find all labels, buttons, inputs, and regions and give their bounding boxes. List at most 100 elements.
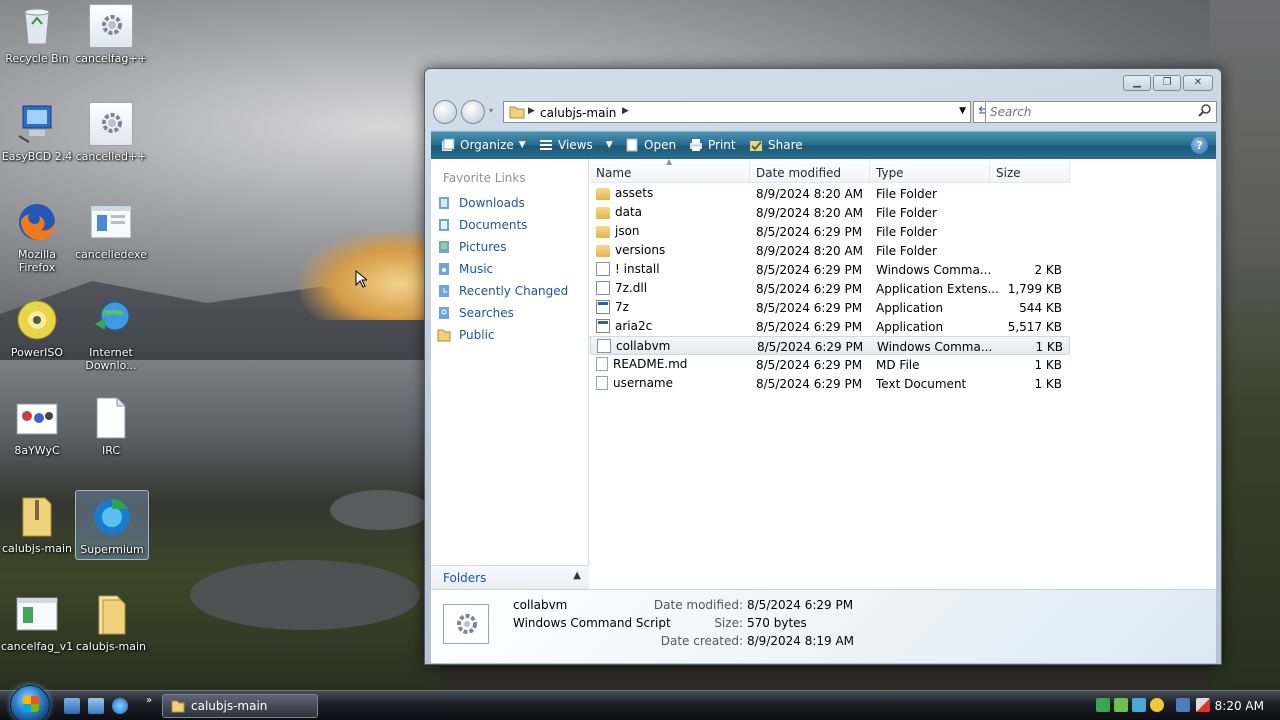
desktop-icon-cancelledexe[interactable]: cancelledexe [74, 200, 148, 261]
open-button[interactable]: Open [625, 138, 676, 152]
nav-item-documents[interactable]: Documents [437, 215, 527, 235]
print-button[interactable]: Print [689, 138, 736, 152]
gear-icon [89, 4, 133, 48]
tray-display-icon[interactable] [1176, 698, 1190, 712]
nav-item-label: Searches [459, 306, 514, 320]
desktop-icon-calubjs-main-folder[interactable]: calubjs-main [74, 592, 148, 653]
tray-update-icon[interactable] [1114, 698, 1128, 712]
recycle-bin-icon [15, 4, 59, 48]
help-icon[interactable]: ? [1191, 137, 1208, 154]
image-file-icon [15, 396, 59, 440]
pictures-icon [439, 241, 449, 253]
file-row[interactable]: ! install 8/5/2024 6:29 PM Windows Comma… [590, 260, 1070, 279]
nav-item-downloads[interactable]: Downloads [437, 193, 525, 213]
address-dropdown-chevron-down-icon[interactable]: ▼ [959, 106, 966, 116]
desktop-icon-firefox[interactable]: Mozilla Firefox [0, 200, 74, 274]
nav-item-public[interactable]: Public [437, 325, 495, 345]
file-row[interactable]: aria2c 8/5/2024 6:29 PM Application 5,51… [590, 317, 1070, 336]
file-row[interactable]: data 8/9/2024 8:20 AM File Folder [590, 203, 1070, 222]
tray-volume-muted-icon[interactable] [1196, 698, 1210, 712]
desktop-icon-easybcd[interactable]: EasyBCD 2.4 [0, 102, 74, 163]
recent-pages-chevron-down-icon[interactable]: ▾ [489, 106, 493, 115]
close-button[interactable]: ✕ [1183, 75, 1213, 91]
minimize-button[interactable]: ▁ [1123, 75, 1151, 91]
organize-icon [442, 138, 455, 151]
nav-item-searches[interactable]: Searches [437, 303, 514, 323]
views-button[interactable]: Views ▼ [539, 138, 613, 152]
search-box[interactable] [985, 101, 1217, 123]
desktop-icon-label: calubjs-main [75, 640, 147, 653]
column-header-size[interactable]: Size [990, 159, 1070, 183]
tray-security-icon[interactable] [1132, 698, 1146, 712]
open-label: Open [644, 138, 677, 152]
nav-item-recently-changed[interactable]: Recently Changed [437, 281, 568, 301]
nav-item-label: Pictures [459, 240, 507, 254]
folders-toggle[interactable]: Folders ▲ [431, 565, 589, 589]
desktop-icon-calubjs-main[interactable]: calubjs-main [0, 494, 74, 555]
file-row[interactable]: 7z 8/5/2024 6:29 PM Application 544 KB [590, 298, 1070, 317]
breadcrumb-arrow-icon[interactable]: ▶ [528, 106, 535, 116]
easybcd-icon [15, 102, 59, 146]
share-button[interactable]: Share [749, 138, 803, 152]
taskbar-button-calubjs-main[interactable]: calubjs-main [162, 694, 318, 718]
organize-button[interactable]: Organize ▼ [441, 138, 526, 152]
wallpaper-sunset-glow [300, 230, 440, 320]
script-gear-icon [443, 604, 489, 644]
desktop-icon-cancelled-plusplus[interactable]: cancelled++ [74, 102, 148, 163]
nav-item-music[interactable]: Music [437, 259, 493, 279]
show-desktop-icon[interactable] [64, 698, 80, 714]
file-row[interactable]: assets 8/9/2024 8:20 AM File Folder [590, 184, 1070, 203]
quick-launch-overflow-icon[interactable]: » [146, 695, 152, 706]
application-icon [596, 319, 610, 333]
file-row[interactable]: 7z.dll 8/5/2024 6:29 PM Application Exte… [590, 279, 1070, 298]
printer-icon [690, 139, 702, 151]
switch-windows-icon[interactable] [88, 698, 104, 714]
tray-network-icon[interactable] [1096, 698, 1110, 712]
search-input[interactable] [990, 103, 1190, 121]
nav-item-label: Recently Changed [459, 284, 569, 298]
file-row[interactable]: username 8/5/2024 6:29 PM Text Document … [590, 374, 1070, 393]
desktop-icon-irc[interactable]: IRC [74, 396, 148, 457]
breadcrumb-arrow-icon[interactable]: ▶ [622, 106, 629, 116]
desktop-icon-cancelfag-plusplus[interactable]: cancelfag++ [74, 4, 148, 65]
details-date-modified-label: Date modified: [653, 598, 743, 612]
recently-changed-icon [439, 285, 449, 297]
desktop-icon-poweriso[interactable]: PowerISO [0, 298, 74, 359]
maximize-button[interactable]: ❐ [1153, 75, 1181, 91]
application-window-icon [89, 200, 133, 244]
explorer-window[interactable]: ▁ ❐ ✕ ▾ ▶ calubjs-main ▶ ▼ ⇆ Organize ▼ … [424, 68, 1222, 665]
desktop-icon-internet-download-manager[interactable]: Internet Downlo... [74, 298, 148, 372]
forward-button[interactable] [461, 100, 485, 124]
column-header-date-modified[interactable]: Date modified [750, 159, 870, 183]
details-size: 570 bytes [747, 616, 807, 630]
nav-item-pictures[interactable]: Pictures [437, 237, 507, 257]
back-button[interactable] [433, 100, 457, 124]
address-bar[interactable]: ▶ calubjs-main ▶ ▼ [503, 101, 971, 123]
file-row[interactable]: versions 8/9/2024 8:20 AM File Folder [590, 241, 1070, 260]
desktop-icon-recycle-bin[interactable]: Recycle Bin [0, 4, 74, 65]
globe-download-icon [89, 298, 133, 342]
column-header-type[interactable]: Type [870, 159, 990, 183]
internet-explorer-icon[interactable] [112, 698, 128, 714]
file-row[interactable]: json 8/5/2024 6:29 PM File Folder [590, 222, 1070, 241]
start-button[interactable] [10, 685, 50, 720]
file-row-selected[interactable]: collabvm 8/5/2024 6:29 PM Windows Comma.… [590, 336, 1070, 355]
column-header-name[interactable]: ▲ Name [590, 157, 750, 183]
desktop-icon-8aywyc[interactable]: 8aYWyC [0, 396, 74, 457]
search-icon[interactable] [1198, 104, 1212, 118]
supermium-browser-icon [90, 495, 134, 539]
file-row[interactable]: README.md 8/5/2024 6:29 PM MD File 1 KB [590, 355, 1070, 374]
downloads-icon [439, 197, 449, 209]
searches-icon [439, 307, 449, 319]
folder-icon [596, 187, 610, 200]
desktop-icon-cancelfag-v1[interactable]: cancelfag_v1 [0, 592, 74, 653]
taskbar-clock[interactable]: 8:20 AM [1215, 699, 1264, 713]
desktop-icon-supermium[interactable]: Supermium [75, 490, 149, 560]
script-gear-icon [597, 339, 611, 353]
desktop-icon-label: Supermium [80, 543, 144, 556]
desktop-icon-label: IRC [101, 444, 121, 457]
wallpaper-rock [190, 560, 420, 630]
tray-disc-icon[interactable] [1150, 698, 1164, 712]
chevron-down-icon: ▼ [518, 140, 526, 150]
breadcrumb-calubjs-main[interactable]: calubjs-main [540, 106, 616, 120]
